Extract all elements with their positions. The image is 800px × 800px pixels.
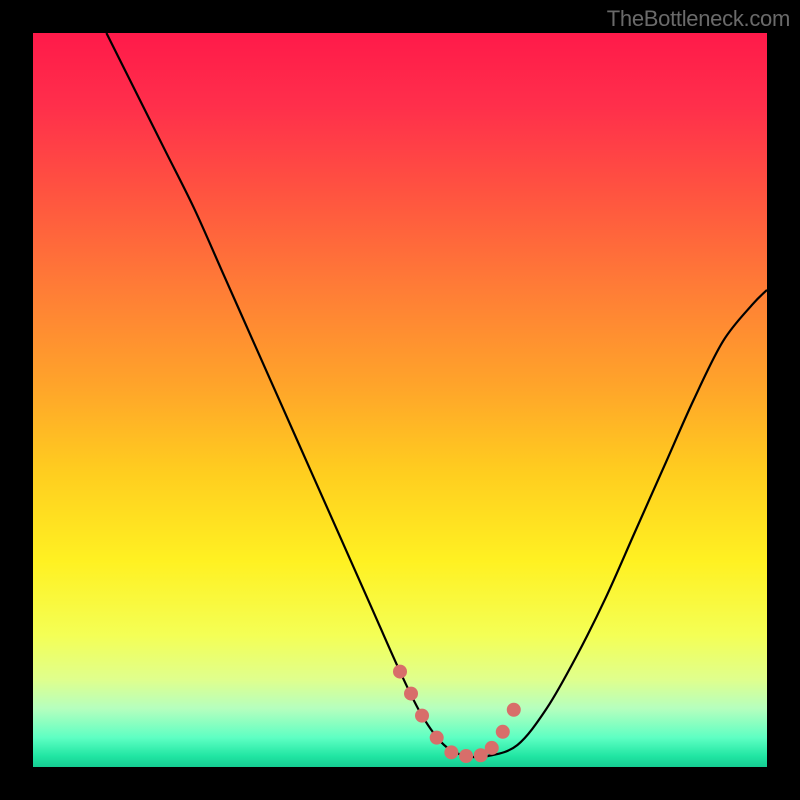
plot-area xyxy=(33,33,767,767)
gradient-background xyxy=(33,33,767,767)
highlight-marker xyxy=(404,687,418,701)
chart-container: TheBottleneck.com xyxy=(0,0,800,800)
highlight-marker xyxy=(393,665,407,679)
highlight-marker xyxy=(507,703,521,717)
highlight-marker xyxy=(415,709,429,723)
highlight-marker xyxy=(430,731,444,745)
highlight-marker xyxy=(496,725,510,739)
watermark-text: TheBottleneck.com xyxy=(607,6,790,32)
highlight-marker xyxy=(444,745,458,759)
highlight-marker xyxy=(485,741,499,755)
highlight-marker xyxy=(459,749,473,763)
bottleneck-curve-chart xyxy=(33,33,767,767)
